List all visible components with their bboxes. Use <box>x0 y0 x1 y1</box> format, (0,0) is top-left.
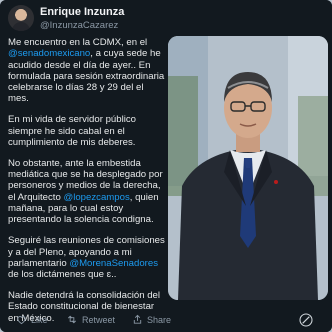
mention-link[interactable]: @MorenaSenadores <box>69 258 158 269</box>
tweet-text-segment: Me encuentro en la CDMX, en el <box>8 37 148 48</box>
like-label: Like <box>31 314 48 325</box>
tweet-paragraph-3: No obstante, ante la embestida mediática… <box>8 158 166 226</box>
tweet-paragraph-4: Seguiré las reuniones de comisiones y a … <box>8 235 166 280</box>
grok-icon[interactable] <box>298 312 314 328</box>
tweet-actions: Like Retweet Share <box>8 310 324 330</box>
tweet-header: Enrique Inzunza @InzunzaCazarez <box>8 4 324 34</box>
share-label: Share <box>147 314 172 325</box>
retweet-button[interactable]: Retweet <box>66 314 115 325</box>
tweet-text: Me encuentro en la CDMX, en el @senadome… <box>8 37 166 332</box>
share-button[interactable]: Share <box>132 314 171 325</box>
like-button[interactable]: Like <box>16 314 48 325</box>
tweet-photo[interactable] <box>168 36 328 300</box>
tweet-text-segment: de los dictámenes que ɛ.. <box>8 269 117 281</box>
retweet-label: Retweet <box>82 314 116 325</box>
tweet-paragraph-1: Me encuentro en la CDMX, en el @senadome… <box>8 37 166 105</box>
author-display-name[interactable]: Enrique Inzunza <box>40 6 124 18</box>
mention-link[interactable]: @senadomexicano <box>8 48 90 59</box>
tweet-card: Enrique Inzunza @InzunzaCazarez Me encue… <box>0 0 332 332</box>
author-handle[interactable]: @InzunzaCazarez <box>40 20 118 31</box>
tweet-paragraph-2: En mi vida de servidor público siempre h… <box>8 114 136 148</box>
mention-link[interactable]: @lopezcampos <box>63 192 129 203</box>
heart-icon <box>17 316 26 325</box>
tweet-card-body: Enrique Inzunza @InzunzaCazarez Me encue… <box>0 0 332 332</box>
portrait-image <box>168 36 328 300</box>
retweet-icon <box>68 315 76 324</box>
share-icon <box>133 314 142 324</box>
avatar[interactable] <box>8 5 34 31</box>
